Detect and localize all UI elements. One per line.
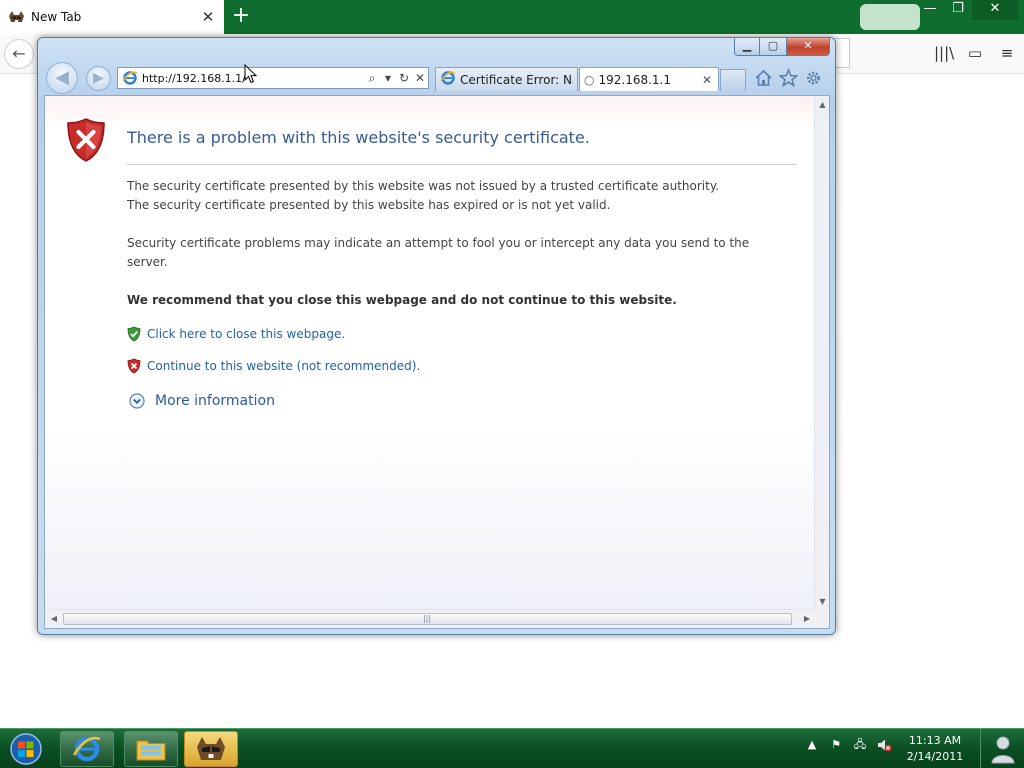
folder-icon (136, 740, 166, 761)
ie-tab-label: Certificate Error: Na... (460, 72, 573, 87)
vertical-scrollbar[interactable]: ▲ ▼ (814, 96, 829, 611)
horizontal-scrollbar[interactable]: ◀ ||| ▶ (45, 609, 816, 628)
ie-tab-label: 192.168.1.1 (598, 72, 672, 87)
ie-address-bar[interactable]: http://192.168.1.1/ ⌕ ▾ ↻ ✕ (117, 67, 429, 89)
chevron-down-icon[interactable]: ▾ (380, 69, 396, 87)
close-webpage-link-text[interactable]: Click here to close this webpage. (147, 327, 345, 341)
firefox-tab-new-tab[interactable]: New Tab ✕ (0, 0, 224, 34)
stop-icon[interactable]: ✕ (412, 69, 428, 87)
firefox-maximize-button[interactable]: ❐ (944, 0, 972, 20)
taskbar-ie-button[interactable] (60, 731, 114, 767)
continue-website-link[interactable]: Continue to this website (not recommende… (127, 358, 420, 374)
more-information-toggle[interactable]: More information (129, 393, 275, 409)
ie-caption-buttons: ▁ ▢ ✕ (734, 38, 830, 56)
hamburger-menu-icon[interactable]: ≡ (998, 43, 1016, 63)
title-divider (127, 164, 797, 165)
continue-website-link-text[interactable]: Continue to this website (not recommende… (147, 359, 420, 373)
firefox-toolbar-icons: |||\ ▭ ≡ (934, 43, 1016, 63)
horizontal-scroll-thumb[interactable]: ||| (63, 613, 792, 625)
sidebar-icon[interactable]: ▭ (966, 43, 984, 63)
firefox-urlbar-edge[interactable] (835, 38, 850, 68)
mouse-cursor-icon (244, 63, 258, 84)
taskbar-explorer-button[interactable] (124, 731, 178, 767)
firefox-minimize-button[interactable]: — (916, 0, 944, 20)
scrollbar-corner (814, 609, 829, 628)
page-title: There is a problem with this website's s… (127, 128, 590, 147)
start-button[interactable] (4, 731, 48, 767)
scroll-right-icon[interactable]: ▶ (800, 612, 814, 626)
clock-time: 11:13 AM (908, 734, 962, 747)
tabstrip-glow (860, 4, 920, 30)
ie-close-button[interactable]: ✕ (786, 38, 830, 56)
firefox-tabstrip: New Tab ✕ + — ❐ ✕ (0, 0, 1024, 34)
search-icon[interactable]: ⌕ (364, 69, 380, 87)
firefox-back-button[interactable]: ← (4, 39, 34, 69)
firefox-tab-close-icon[interactable]: ✕ (200, 9, 216, 25)
gear-icon[interactable] (804, 68, 823, 88)
refresh-icon[interactable]: ↻ (396, 69, 412, 87)
ie-minimize-button[interactable]: ▁ (734, 38, 760, 56)
favorites-star-icon[interactable] (778, 68, 799, 88)
firefox-caption-buttons: — ❐ ✕ (916, 0, 1018, 22)
ie-toolbar-icons (754, 68, 823, 88)
ie-content-area: There is a problem with this website's s… (44, 95, 830, 629)
ie-window: ▁ ▢ ✕ ◀ ▶ http://192.168.1.1/ ⌕ ▾ ↻ ✕ Ce… (37, 37, 836, 635)
scroll-grip-icon: ||| (422, 614, 432, 623)
ie-icon (72, 736, 101, 762)
clock-date: 2/14/2011 (906, 750, 964, 763)
scroll-left-icon[interactable]: ◀ (47, 612, 61, 626)
raccoon-favicon-icon (197, 737, 225, 760)
home-icon[interactable] (754, 68, 773, 88)
action-center-flag-icon[interactable]: ⚑ (828, 737, 844, 753)
ie-tab-certificate-error[interactable]: Certificate Error: Na... (435, 67, 578, 91)
error-reason-expired: The security certificate presented by th… (127, 198, 611, 212)
ie-forward-button[interactable]: ▶ (86, 66, 111, 91)
error-reason-untrusted: The security certificate presented by th… (127, 179, 720, 193)
network-icon[interactable]: 🖧 (852, 737, 868, 753)
taskbar-clock[interactable]: 11:13 AM 2/14/2011 (898, 733, 972, 765)
close-webpage-link[interactable]: Click here to close this webpage. (127, 326, 345, 342)
user-icon (990, 736, 1015, 764)
show-hidden-icons-icon[interactable]: ▲ (804, 737, 820, 753)
ie-tab-close-icon[interactable]: ✕ (700, 73, 714, 87)
expand-circle-icon (129, 393, 145, 409)
loading-spinner-icon: ○ (584, 72, 595, 87)
certificate-error-page: There is a problem with this website's s… (45, 96, 816, 611)
shield-error-small-icon (127, 358, 141, 374)
firefox-close-button[interactable]: ✕ (972, 0, 1018, 20)
system-tray: ▲ ⚑ 🖧 (804, 737, 892, 753)
ie-back-button[interactable]: ◀ (46, 62, 78, 94)
ie-icon (440, 70, 456, 89)
recommendation-text: We recommend that you close this webpage… (127, 293, 677, 307)
firefox-tab-title: New Tab (31, 10, 82, 24)
firefox-new-tab-button[interactable]: + (228, 4, 254, 30)
more-information-text[interactable]: More information (155, 393, 275, 409)
library-icon[interactable]: |||\ (934, 43, 954, 63)
shield-check-icon (127, 326, 141, 342)
ie-tab-192-168-1-1[interactable]: ○ 192.168.1.1 ✕ (579, 67, 719, 91)
ie-maximize-button[interactable]: ▢ (760, 38, 786, 56)
ie-new-tab-button[interactable] (720, 69, 746, 91)
taskbar-firefox-button[interactable] (184, 731, 238, 767)
error-warning-text: Security certificate problems may indica… (127, 236, 750, 269)
taskbar: ▲ ⚑ 🖧 11:13 AM 2/14/2011 (0, 728, 1024, 768)
user-avatar[interactable] (980, 729, 1024, 768)
shield-error-icon (66, 117, 106, 163)
scroll-down-icon[interactable]: ▼ (815, 595, 829, 609)
raccoon-favicon-icon (8, 10, 25, 24)
ie-icon (122, 70, 138, 86)
scroll-up-icon[interactable]: ▲ (815, 98, 829, 112)
volume-muted-icon[interactable] (876, 737, 892, 753)
